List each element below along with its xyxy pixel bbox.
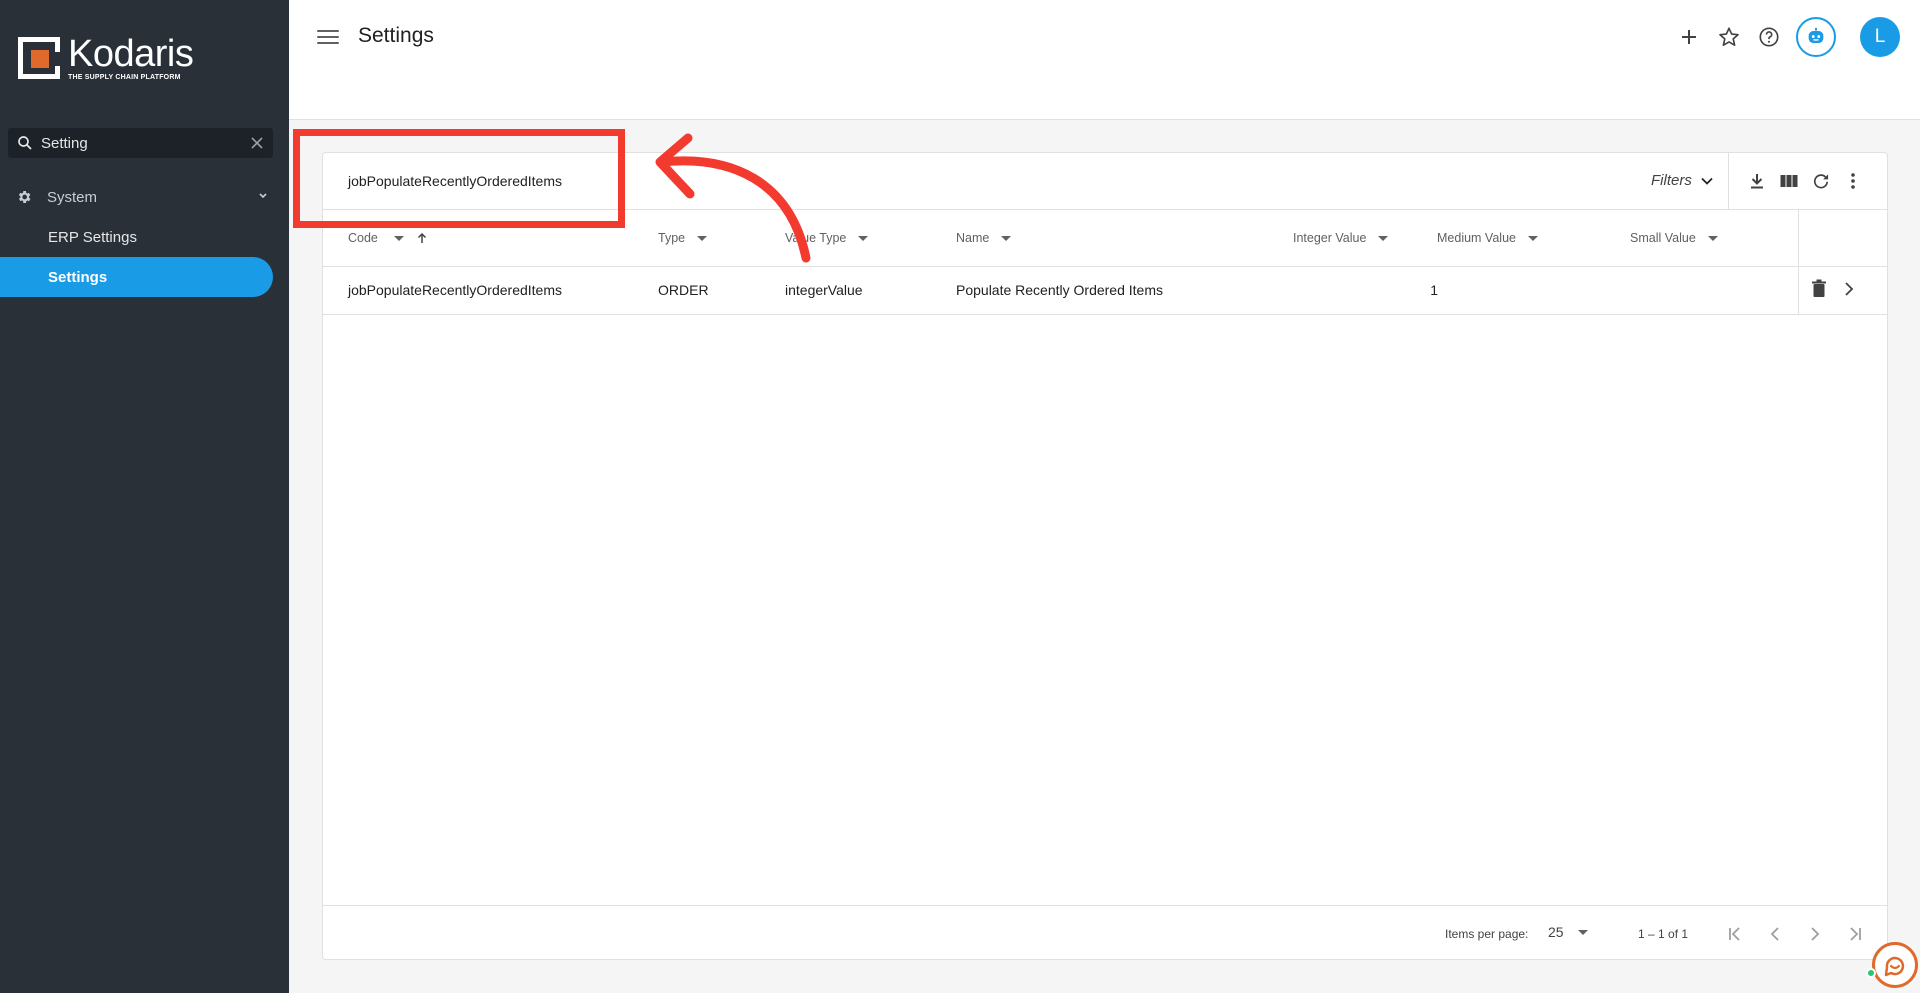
column-header-value-type[interactable]: Value Type: [785, 231, 869, 245]
chevron-right-icon[interactable]: [1843, 281, 1855, 300]
page-title: Settings: [358, 24, 434, 47]
add-icon[interactable]: [1676, 24, 1702, 50]
brand-logo[interactable]: Kodaris THE SUPPLY CHAIN PLATFORM: [18, 33, 194, 81]
filter-caret-icon[interactable]: [1527, 235, 1538, 241]
filters-button[interactable]: Filters: [1651, 172, 1714, 189]
filter-caret-icon[interactable]: [1707, 235, 1718, 241]
items-per-page-select[interactable]: 25: [1548, 924, 1588, 940]
table-row[interactable]: jobPopulateRecentlyOrderedItems ORDER in…: [323, 267, 1887, 315]
clear-search-icon[interactable]: [240, 136, 273, 150]
sidebar-group-system[interactable]: System: [0, 181, 289, 213]
column-header-type[interactable]: Type: [658, 231, 708, 245]
table-search-value[interactable]: jobPopulateRecentlyOrderedItems: [348, 173, 562, 189]
sidebar-search: [8, 128, 273, 158]
filter-caret-icon[interactable]: [1001, 235, 1012, 241]
columns-icon[interactable]: [1777, 169, 1801, 193]
column-header-code[interactable]: Code: [348, 231, 428, 245]
cell-integer-value: 1: [1430, 282, 1438, 298]
delete-icon[interactable]: [1811, 279, 1827, 302]
table-header: Code Type Value Type Name Integer Value …: [323, 210, 1887, 267]
kodaris-logo-icon: [18, 37, 60, 79]
online-status-dot: [1866, 968, 1876, 978]
pagination: Items per page: 25 1 – 1 of 1: [323, 905, 1887, 961]
settings-table-card: jobPopulateRecentlyOrderedItems Filters …: [322, 152, 1888, 960]
cell-value-type: integerValue: [785, 282, 863, 298]
column-label: Value Type: [785, 231, 847, 245]
refresh-icon[interactable]: [1809, 169, 1833, 193]
table-toolbar: jobPopulateRecentlyOrderedItems Filters: [323, 153, 1887, 210]
filter-caret-icon[interactable]: [393, 235, 404, 241]
next-page-icon[interactable]: [1803, 922, 1827, 946]
more-vert-icon[interactable]: [1841, 169, 1865, 193]
items-per-page-value: 25: [1548, 924, 1564, 940]
column-header-small-value[interactable]: Small Value: [1630, 231, 1718, 245]
search-icon: [8, 134, 41, 152]
previous-page-icon[interactable]: [1763, 922, 1787, 946]
download-icon[interactable]: [1745, 169, 1769, 193]
column-label: Integer Value: [1293, 231, 1367, 245]
chat-support-icon[interactable]: [1872, 942, 1918, 988]
sort-ascending-icon[interactable]: [416, 232, 428, 244]
filter-caret-icon[interactable]: [1378, 235, 1389, 241]
column-label: Medium Value: [1437, 231, 1516, 245]
column-label: Small Value: [1630, 231, 1696, 245]
chevron-down-icon: [1701, 177, 1713, 185]
column-label: Type: [658, 231, 686, 245]
avatar[interactable]: L: [1860, 17, 1900, 57]
brand-name: Kodaris: [68, 33, 194, 75]
menu-icon[interactable]: [317, 26, 339, 48]
brand-tagline: THE SUPPLY CHAIN PLATFORM: [68, 74, 181, 81]
filters-label: Filters: [1651, 172, 1692, 189]
column-header-name[interactable]: Name: [956, 231, 1012, 245]
sidebar-item-settings[interactable]: Settings: [0, 257, 273, 297]
star-icon[interactable]: [1716, 24, 1742, 50]
last-page-icon[interactable]: [1843, 922, 1867, 946]
cell-name: Populate Recently Ordered Items: [956, 282, 1163, 298]
first-page-icon[interactable]: [1723, 922, 1747, 946]
sidebar-item-label: Settings: [48, 268, 108, 286]
chevron-down-icon: [257, 189, 269, 206]
sidebar: Kodaris THE SUPPLY CHAIN PLATFORM System…: [0, 0, 289, 993]
assistant-bot-button[interactable]: [1796, 17, 1836, 57]
pagination-range: 1 – 1 of 1: [1638, 927, 1689, 941]
filter-caret-icon[interactable]: [858, 235, 869, 241]
help-icon[interactable]: [1756, 24, 1782, 50]
sidebar-search-input[interactable]: [41, 134, 240, 152]
filter-caret-icon[interactable]: [697, 235, 708, 241]
column-header-medium-value[interactable]: Medium Value: [1437, 231, 1538, 245]
gear-icon: [15, 188, 33, 206]
dropdown-caret-icon: [1577, 929, 1588, 935]
cell-type: ORDER: [658, 282, 709, 298]
sidebar-item-label: ERP Settings: [48, 228, 137, 246]
column-label: Code: [348, 231, 378, 245]
robot-icon: [1808, 27, 1824, 43]
sidebar-group-label: System: [47, 188, 98, 206]
top-header: Settings L: [289, 0, 1920, 120]
column-header-integer-value[interactable]: Integer Value: [1293, 231, 1389, 245]
cell-code: jobPopulateRecentlyOrderedItems: [348, 282, 563, 298]
column-label: Name: [956, 231, 990, 245]
sidebar-item-erp-settings[interactable]: ERP Settings: [0, 217, 273, 257]
items-per-page-label: Items per page:: [1445, 927, 1529, 941]
